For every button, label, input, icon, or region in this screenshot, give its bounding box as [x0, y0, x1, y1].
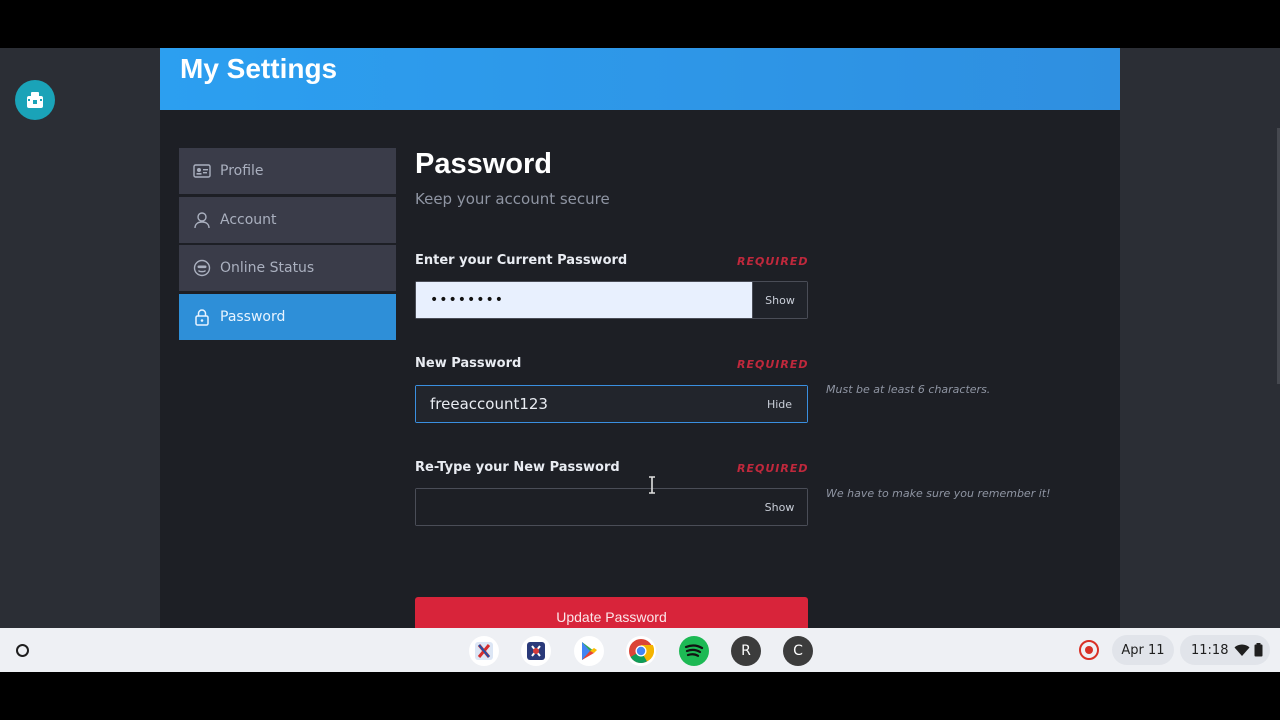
required-badge: REQUIRED [737, 255, 809, 268]
settings-panel: My Settings Profile Account Online Statu… [160, 48, 1120, 637]
battery-icon [1254, 643, 1263, 657]
play-store-icon[interactable] [574, 636, 604, 666]
section-subtitle: Keep your account secure [415, 190, 610, 208]
sidebar-item-label: Account [220, 211, 277, 228]
new-password-input[interactable]: freeaccount123 [416, 386, 752, 422]
wifi-icon [1234, 644, 1250, 656]
current-password-input[interactable]: •••••••• [416, 282, 752, 318]
retype-password-input[interactable] [416, 489, 752, 525]
chromeos-screen: My Settings Profile Account Online Statu… [0, 48, 1280, 672]
clock-time: 11:18 [1191, 642, 1229, 658]
right-gutter [1120, 48, 1280, 628]
current-password-field: •••••••• Show [415, 281, 808, 319]
section-title: Password [415, 148, 552, 180]
system-tray[interactable]: 11:18 [1180, 635, 1270, 665]
chromeos-shelf: R C Apr 11 11:18 [0, 628, 1280, 672]
sidebar-item-password[interactable]: Password [179, 293, 396, 340]
current-password-label: Enter your Current Password [415, 253, 628, 268]
new-password-field: freeaccount123 Hide [415, 385, 808, 423]
sidebar-item-label: Profile [220, 163, 264, 179]
date-display[interactable]: Apr 11 [1112, 635, 1174, 665]
video-letterbox-top [0, 0, 1280, 48]
site-badge-icon[interactable] [15, 80, 55, 120]
show-current-password-button[interactable]: Show [752, 282, 807, 318]
launcher-button[interactable] [11, 639, 33, 661]
required-badge: REQUIRED [737, 358, 809, 371]
show-retype-password-button[interactable]: Show [752, 489, 807, 525]
chrome-icon[interactable] [626, 636, 656, 666]
launcher-circle-icon [15, 643, 29, 657]
screen-record-icon[interactable] [1079, 640, 1099, 660]
hide-new-password-button[interactable]: Hide [752, 386, 807, 422]
text-cursor-icon [649, 476, 655, 494]
sidebar-item-profile[interactable]: Profile [179, 148, 396, 194]
x-app-icon[interactable] [469, 636, 499, 666]
sidebar-item-account[interactable]: Account [179, 196, 396, 243]
retype-password-label: Re-Type your New Password [415, 460, 620, 475]
retype-password-field: Show [415, 488, 808, 526]
avatar-c-icon[interactable]: C [783, 636, 813, 666]
required-badge: REQUIRED [737, 462, 809, 475]
avatar-r-icon[interactable]: R [731, 636, 761, 666]
settings-header: My Settings [160, 48, 1120, 110]
sidebar-item-online-status[interactable]: Online Status [179, 245, 396, 292]
new-password-label: New Password [415, 356, 522, 371]
game-app-icon[interactable] [521, 636, 551, 666]
video-letterbox-bottom [0, 672, 1280, 720]
sidebar-item-label: Password [220, 308, 286, 325]
new-password-hint: Must be at least 6 characters. [826, 383, 991, 396]
left-gutter [0, 48, 160, 628]
sidebar-item-label: Online Status [220, 260, 315, 277]
user-icon [193, 211, 211, 229]
smiley-icon [193, 259, 211, 277]
page-title: My Settings [180, 53, 338, 84]
retype-password-hint: We have to make sure you remember it! [826, 487, 1051, 500]
id-card-icon [193, 162, 211, 180]
spotify-icon[interactable] [679, 636, 709, 666]
settings-sidebar: Profile Account Online Status Password [179, 148, 396, 342]
record-dot [1085, 646, 1093, 654]
lock-icon [193, 308, 211, 326]
